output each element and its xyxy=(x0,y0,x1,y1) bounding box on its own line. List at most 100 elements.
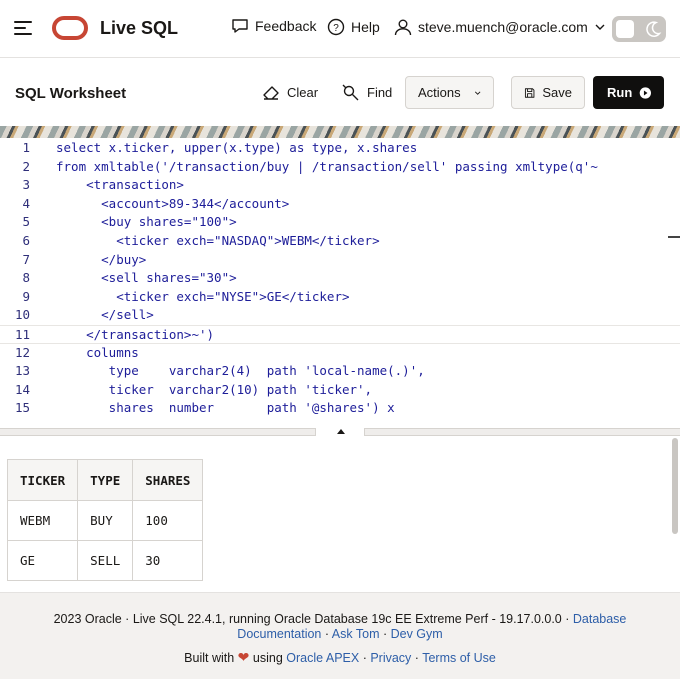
code-line[interactable]: 3 <transaction> xyxy=(0,176,680,195)
privacy-link[interactable]: Privacy xyxy=(370,651,411,665)
dev-gym-link[interactable]: Dev Gym xyxy=(391,627,443,641)
decorative-band xyxy=(0,126,680,138)
code-line[interactable]: 13 type varchar2(4) path 'local-name(.)'… xyxy=(0,362,680,381)
line-number: 14 xyxy=(14,381,30,397)
chevron-down-icon xyxy=(474,90,481,95)
find-icon xyxy=(342,84,359,100)
code-text: <sell shares="30"> xyxy=(56,270,237,286)
code-text: from xmltable('/transaction/buy | /trans… xyxy=(56,158,598,174)
column-header[interactable]: TICKER xyxy=(6,459,79,501)
line-number: 12 xyxy=(14,344,30,360)
save-button[interactable]: Save xyxy=(511,76,585,109)
code-line[interactable]: 1 select x.ticker, upper(x.type) as type,… xyxy=(0,139,680,158)
play-icon xyxy=(639,86,652,99)
code-line[interactable]: 15 shares number path '@shares') x xyxy=(0,399,680,418)
code-text: </transaction>~') xyxy=(56,327,215,342)
sql-editor[interactable]: 1 select x.ticker, upper(x.type) as type,… xyxy=(0,138,680,428)
moon-icon xyxy=(646,21,662,37)
documentation-link[interactable]: Documentation xyxy=(237,627,321,641)
pane-resizer[interactable] xyxy=(0,428,680,437)
oracle-apex-link[interactable]: Oracle APEX xyxy=(286,651,359,665)
results-scrollbar[interactable] xyxy=(672,438,678,534)
code-text: <transaction> xyxy=(56,177,184,193)
code-line[interactable]: 7 </buy> xyxy=(0,251,680,270)
code-line[interactable]: 2 from xmltable('/transaction/buy | /tran… xyxy=(0,158,680,177)
footer-sep: · xyxy=(379,627,391,641)
line-number: 5 xyxy=(22,214,30,230)
results-pane: TICKER TYPE SHARES WEBM BUY 100 GE SELL 30 xyxy=(0,436,680,592)
line-number: 3 xyxy=(22,177,30,193)
top-nav: Live SQL Feedback ? Help steve.muench@or… xyxy=(0,0,680,58)
actions-label: Actions xyxy=(418,85,461,100)
code-line[interactable]: 8 <sell shares="30"> xyxy=(0,269,680,288)
help-icon: ? xyxy=(327,18,345,36)
code-text: <buy shares="100"> xyxy=(56,214,237,230)
code-line[interactable]: 10 </sell> xyxy=(0,306,680,325)
code-text: </buy> xyxy=(56,251,147,267)
help-label: Help xyxy=(351,19,380,35)
save-label: Save xyxy=(542,85,572,100)
code-line[interactable]: 6 <ticker exch="NASDAQ">WEBM</ticker> xyxy=(0,232,680,251)
code-text: shares number path '@shares') x xyxy=(56,400,395,416)
run-label: Run xyxy=(607,85,633,100)
clear-label: Clear xyxy=(287,85,319,100)
page-title: SQL Worksheet xyxy=(15,85,127,102)
footer-line-3: Built with ❤ using Oracle APEX · Privacy… xyxy=(0,649,680,666)
results-header-row: TICKER TYPE SHARES xyxy=(6,459,204,501)
footer-sep: · xyxy=(321,627,332,641)
table-cell: 100 xyxy=(132,500,204,541)
line-number: 6 xyxy=(22,233,30,248)
column-header[interactable]: TYPE xyxy=(77,459,134,501)
table-cell: WEBM xyxy=(6,500,79,541)
terms-of-use-link[interactable]: Terms of Use xyxy=(422,651,496,665)
hamburger-icon[interactable] xyxy=(14,19,34,37)
code-text: columns xyxy=(56,344,139,360)
table-cell: GE xyxy=(6,540,79,581)
oracle-logo[interactable] xyxy=(52,16,88,40)
line-number: 8 xyxy=(22,270,30,286)
user-email: steve.muench@oracle.com xyxy=(418,19,588,35)
help-link[interactable]: ? Help xyxy=(327,18,380,36)
feedback-label: Feedback xyxy=(255,18,317,34)
clear-button[interactable]: Clear xyxy=(262,76,318,109)
feedback-icon xyxy=(232,19,248,33)
line-number: 11 xyxy=(14,327,30,342)
database-documentation-link[interactable]: Database xyxy=(573,612,627,626)
run-button[interactable]: Run xyxy=(593,76,664,109)
footer-version-text: 2023 Oracle · Live SQL 22.4.1, running O… xyxy=(53,612,573,626)
line-number: 10 xyxy=(14,307,30,323)
code-text: type varchar2(4) path 'local-name(.)', xyxy=(56,363,425,379)
code-line[interactable]: 11 </transaction>~') xyxy=(0,325,680,344)
code-line[interactable]: 12 columns xyxy=(0,344,680,363)
actions-menu-button[interactable]: Actions xyxy=(405,76,494,109)
code-line[interactable]: 4 <account>89-344</account> xyxy=(0,195,680,214)
code-line[interactable]: 14 ticker varchar2(10) path 'ticker', xyxy=(0,381,680,400)
line-number: 13 xyxy=(14,363,30,379)
code-line[interactable]: 5 <buy shares="100"> xyxy=(0,213,680,232)
footer-line-1: 2023 Oracle · Live SQL 22.4.1, running O… xyxy=(0,612,680,626)
table-cell: BUY xyxy=(77,500,134,541)
code-line[interactable]: 9 <ticker exch="NYSE">GE</ticker> xyxy=(0,288,680,307)
column-header[interactable]: SHARES xyxy=(132,459,204,501)
using-label: using xyxy=(252,651,283,665)
save-icon xyxy=(524,87,535,98)
find-label: Find xyxy=(367,85,393,100)
user-icon xyxy=(394,19,412,36)
footer-sep: · xyxy=(359,651,371,665)
find-button[interactable]: Find xyxy=(342,76,392,109)
app-title[interactable]: Live SQL xyxy=(100,18,178,39)
user-menu[interactable]: steve.muench@oracle.com xyxy=(394,18,606,36)
footer-line-2: Documentation · Ask Tom · Dev Gym xyxy=(0,627,680,641)
line-number: 4 xyxy=(22,195,30,211)
code-text: <ticker exch="NYSE">GE</ticker> xyxy=(56,288,350,304)
ask-tom-link[interactable]: Ask Tom xyxy=(332,627,380,641)
built-with-label: Built with xyxy=(184,651,235,665)
line-number: 9 xyxy=(22,288,30,304)
table-row: WEBM BUY 100 xyxy=(6,500,204,541)
dark-mode-toggle[interactable] xyxy=(612,16,666,42)
table-cell: 30 xyxy=(132,540,204,581)
code-text: select x.ticker, upper(x.type) as type, … xyxy=(56,140,418,155)
results-table: TICKER TYPE SHARES WEBM BUY 100 GE SELL 30 xyxy=(6,459,204,581)
feedback-link[interactable]: Feedback xyxy=(231,18,316,34)
table-row: GE SELL 30 xyxy=(6,540,204,581)
